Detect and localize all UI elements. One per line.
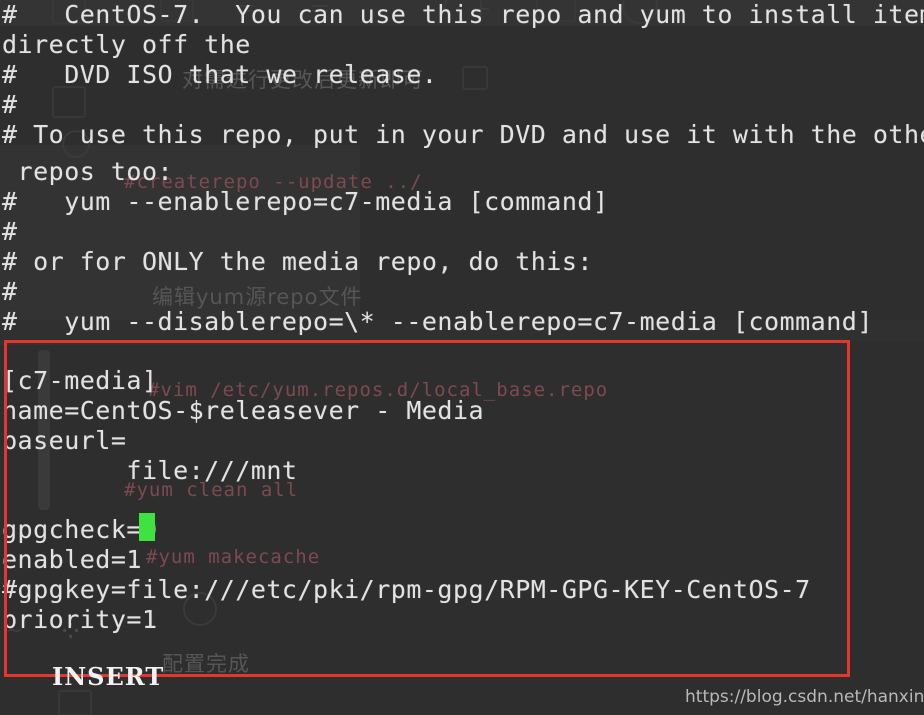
terminal-line: name=CentOS-$releasever - Media xyxy=(2,396,485,425)
terminal-line: [c7-media] xyxy=(2,366,158,395)
terminal-line: #gpgkey=file:///etc/pki/rpm-gpg/RPM-GPG-… xyxy=(2,575,811,604)
terminal-line: # xyxy=(2,277,18,306)
vim-cursor xyxy=(139,513,155,541)
terminal-line: directly off the xyxy=(2,30,251,59)
terminal-line: gpgcheck=0 xyxy=(2,515,158,544)
csdn-watermark: https://blog.csdn.net/hanxinkong xyxy=(685,687,924,707)
terminal-line: priority=1 xyxy=(2,605,158,634)
terminal-line: baseurl= xyxy=(2,426,127,455)
terminal-text: # CentOS-7. You can use this repo and yu… xyxy=(0,0,924,715)
terminal-line: # To use this repo, put in your DVD and … xyxy=(2,120,924,149)
terminal-line: repos too: xyxy=(2,157,174,186)
terminal-line: # yum --enablerepo=c7-media [command] xyxy=(2,187,609,216)
terminal-line: enabled=1 xyxy=(2,545,142,574)
terminal-screenshot: + / = = ⁘ ~ #createrepo --update ../ #vi… xyxy=(0,0,924,715)
terminal-line: # yum --disablerepo=\* --enablerepo=c7-m… xyxy=(2,307,873,336)
terminal-line: # DVD ISO that we release. xyxy=(2,60,438,89)
terminal-line: # xyxy=(2,217,18,246)
terminal-line: # xyxy=(2,90,18,119)
vim-mode-indicator: INSERT xyxy=(52,662,165,691)
terminal-line: file:///mnt xyxy=(2,456,298,485)
terminal-line: # or for ONLY the media repo, do this: xyxy=(2,247,593,276)
terminal-line: # CentOS-7. You can use this repo and yu… xyxy=(2,0,924,29)
